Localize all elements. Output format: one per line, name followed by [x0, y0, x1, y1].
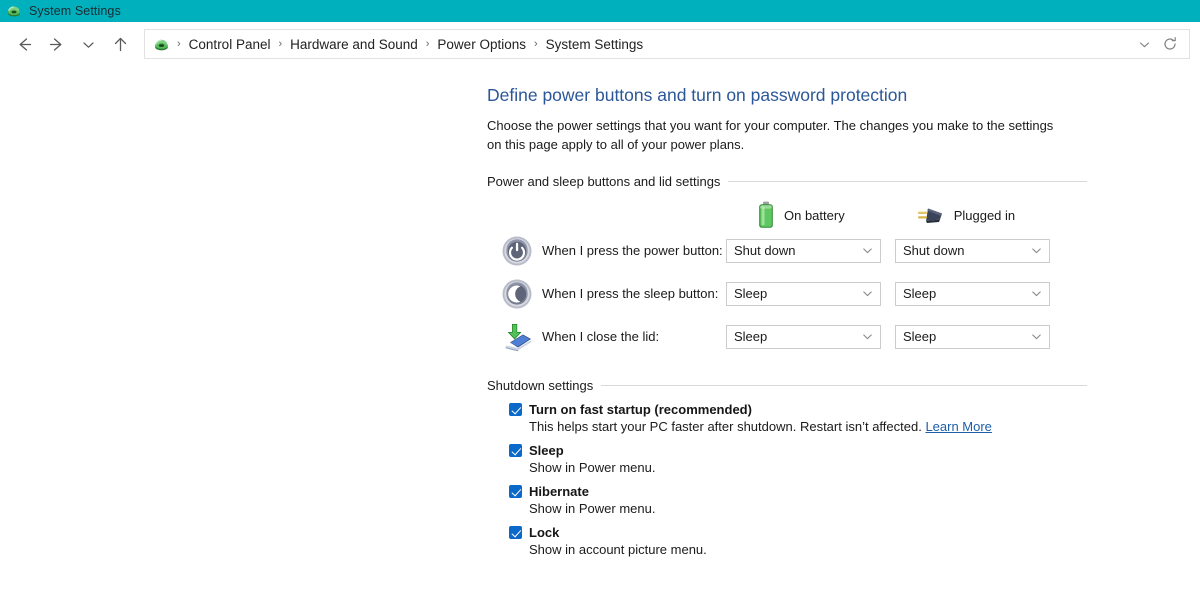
checkbox-row[interactable]: Turn on fast startup (recommended)	[487, 402, 1087, 417]
column-label-plugged-in: Plugged in	[953, 207, 1016, 223]
checkbox-description-sleep: Show in Power menu.	[529, 460, 656, 475]
refresh-icon[interactable]	[1157, 31, 1183, 57]
breadcrumb-item-power-options[interactable]: Power Options	[434, 35, 529, 54]
combobox-value: Shut down	[734, 243, 796, 258]
power-button-icon	[501, 235, 533, 267]
checkbox-sleep[interactable]	[509, 444, 522, 457]
checkbox-row[interactable]: Lock	[487, 525, 1087, 540]
setting-label-close-lid: When I close the lid:	[542, 329, 660, 344]
group-divider	[601, 385, 1087, 386]
combobox-sleep-button-plugged-in[interactable]: Sleep	[895, 281, 1050, 306]
combobox-value: Sleep	[903, 286, 937, 301]
combobox-value: Sleep	[903, 329, 937, 344]
navigation-bar: › Control Panel › Hardware and Sound › P…	[0, 22, 1200, 67]
chevron-down-icon	[1030, 287, 1043, 300]
setting-label-sleep-button: When I press the sleep button:	[542, 286, 719, 301]
group-divider	[728, 181, 1087, 182]
chevron-down-icon	[861, 330, 874, 343]
up-arrow-icon[interactable]	[104, 28, 136, 60]
checkbox-hibernate[interactable]	[509, 485, 522, 498]
column-header-on-battery: On battery	[757, 201, 845, 229]
breadcrumb-item-control-panel[interactable]: Control Panel	[186, 35, 274, 54]
checkbox-item-hibernate: Hibernate Show in Power menu.	[487, 484, 1087, 516]
chevron-down-icon	[1030, 330, 1043, 343]
breadcrumb-separator: ›	[425, 38, 430, 50]
checkbox-item-lock: Lock Show in account picture menu.	[487, 525, 1087, 557]
breadcrumb-separator: ›	[533, 38, 538, 50]
checkbox-label-hibernate: Hibernate	[529, 484, 589, 499]
history-chevron-down-icon[interactable]	[72, 28, 104, 60]
checkbox-row[interactable]: Sleep	[487, 443, 1087, 458]
column-header-plugged-in: Plugged in	[915, 201, 1015, 229]
laptop-lid-icon	[501, 321, 533, 353]
checkbox-lock[interactable]	[509, 526, 522, 539]
breadcrumb-control-panel-icon	[153, 36, 170, 53]
learn-more-link[interactable]: Learn More	[925, 419, 991, 434]
chevron-down-icon	[861, 287, 874, 300]
breadcrumb-separator: ›	[177, 38, 181, 50]
battery-icon	[757, 201, 775, 229]
page-description: Choose the power settings that you want …	[487, 118, 1054, 152]
content-area: Define power buttons and turn on passwor…	[0, 67, 1200, 557]
power-plug-icon	[915, 204, 945, 226]
description-text: This helps start your PC faster after sh…	[529, 419, 926, 434]
power-and-sleep-group: Power and sleep buttons and lid settings	[487, 174, 1087, 358]
breadcrumb-separator: ›	[278, 38, 283, 50]
combobox-value: Shut down	[903, 243, 965, 258]
setting-row-power-button: When I press the power button: Shut down…	[487, 229, 1087, 272]
checkbox-fast-startup[interactable]	[509, 403, 522, 416]
combobox-power-button-on-battery[interactable]: Shut down	[726, 238, 881, 263]
setting-row-close-lid: When I close the lid: Sleep Sleep	[487, 315, 1087, 358]
back-arrow-icon[interactable]	[8, 28, 40, 60]
shutdown-group-header: Shutdown settings	[487, 378, 1087, 393]
checkbox-label-lock: Lock	[529, 525, 560, 540]
power-group-header: Power and sleep buttons and lid settings	[487, 174, 1087, 189]
breadcrumb-bar[interactable]: › Control Panel › Hardware and Sound › P…	[144, 29, 1190, 59]
combobox-close-lid-plugged-in[interactable]: Sleep	[895, 324, 1050, 349]
checkbox-description-fast-startup: This helps start your PC faster after sh…	[487, 419, 1087, 434]
control-panel-icon	[6, 3, 22, 19]
checkbox-label-sleep: Sleep	[529, 443, 564, 458]
combobox-value: Sleep	[734, 286, 768, 301]
checkbox-item-fast-startup: Turn on fast startup (recommended) This …	[487, 402, 1087, 434]
combobox-close-lid-on-battery[interactable]: Sleep	[726, 324, 881, 349]
window-title: System Settings	[29, 4, 121, 18]
checkbox-item-sleep: Sleep Show in Power menu.	[487, 443, 1087, 475]
forward-arrow-icon[interactable]	[40, 28, 72, 60]
shutdown-group-label: Shutdown settings	[487, 378, 594, 393]
window-titlebar: System Settings	[0, 0, 1200, 22]
checkbox-description-hibernate: Show in Power menu.	[529, 501, 656, 516]
breadcrumb-item-hardware-and-sound[interactable]: Hardware and Sound	[287, 35, 421, 54]
combobox-value: Sleep	[734, 329, 768, 344]
breadcrumb-chevron-down-icon[interactable]	[1131, 31, 1157, 57]
chevron-down-icon	[1030, 244, 1043, 257]
page-title: Define power buttons and turn on passwor…	[487, 85, 908, 105]
sleep-button-icon	[501, 278, 533, 310]
setting-row-sleep-button: When I press the sleep button: Sleep Sle…	[487, 272, 1087, 315]
setting-label-power-button: When I press the power button:	[542, 243, 723, 258]
checkbox-row[interactable]: Hibernate	[487, 484, 1087, 499]
power-group-label: Power and sleep buttons and lid settings	[487, 174, 721, 189]
breadcrumb-item-system-settings[interactable]: System Settings	[543, 35, 647, 54]
settings-page: Define power buttons and turn on passwor…	[487, 85, 1087, 557]
column-headers: On battery Plugged in	[487, 201, 1087, 229]
combobox-sleep-button-on-battery[interactable]: Sleep	[726, 281, 881, 306]
column-label-on-battery: On battery	[784, 207, 845, 223]
shutdown-settings-group: Shutdown settings Turn on fast startup (…	[487, 378, 1087, 557]
combobox-power-button-plugged-in[interactable]: Shut down	[895, 238, 1050, 263]
checkbox-description-lock: Show in account picture menu.	[529, 542, 707, 557]
chevron-down-icon	[861, 244, 874, 257]
checkbox-label-fast-startup: Turn on fast startup (recommended)	[529, 402, 752, 417]
